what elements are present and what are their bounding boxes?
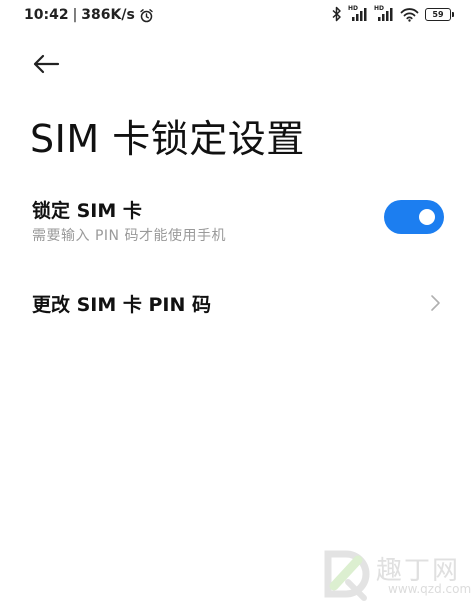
toggle-knob [419,209,435,225]
battery-level: 59 [432,9,444,19]
signal-icon-2: HD [374,6,394,22]
status-time: 10:42 [24,7,69,23]
watermark-url: www.qzd.com [388,582,471,596]
back-button[interactable] [28,48,64,80]
wifi-icon [400,7,419,22]
lock-sim-subtitle: 需要输入 PIN 码才能使用手机 [32,228,226,244]
lock-sim-title: 锁定 SIM 卡 [32,200,142,222]
status-separator: | [72,7,78,23]
bluetooth-icon [332,6,341,22]
signal-icon: HD [348,6,368,22]
status-net-speed: 386K/s [81,7,135,23]
watermark-logo [324,550,370,601]
page-title: SIM 卡锁定设置 [30,117,305,161]
change-pin-row[interactable]: 更改 SIM 卡 PIN 码 [0,278,471,328]
back-arrow-icon [33,54,60,74]
battery-icon: 59 [425,7,454,21]
lock-sim-row: 锁定 SIM 卡 需要输入 PIN 码才能使用手机 [0,186,471,258]
status-left: 10:42 | 386K/s [24,7,154,23]
change-pin-title: 更改 SIM 卡 PIN 码 [32,294,212,316]
lock-sim-toggle[interactable] [384,200,444,234]
status-bar: 10:42 | 386K/s HD HD 59 [0,0,471,32]
status-right: HD HD 59 [332,6,454,22]
chevron-right-icon [431,295,440,311]
alarm-icon [140,8,153,22]
watermark: 趣丁网 www.qzd.com [318,548,471,602]
